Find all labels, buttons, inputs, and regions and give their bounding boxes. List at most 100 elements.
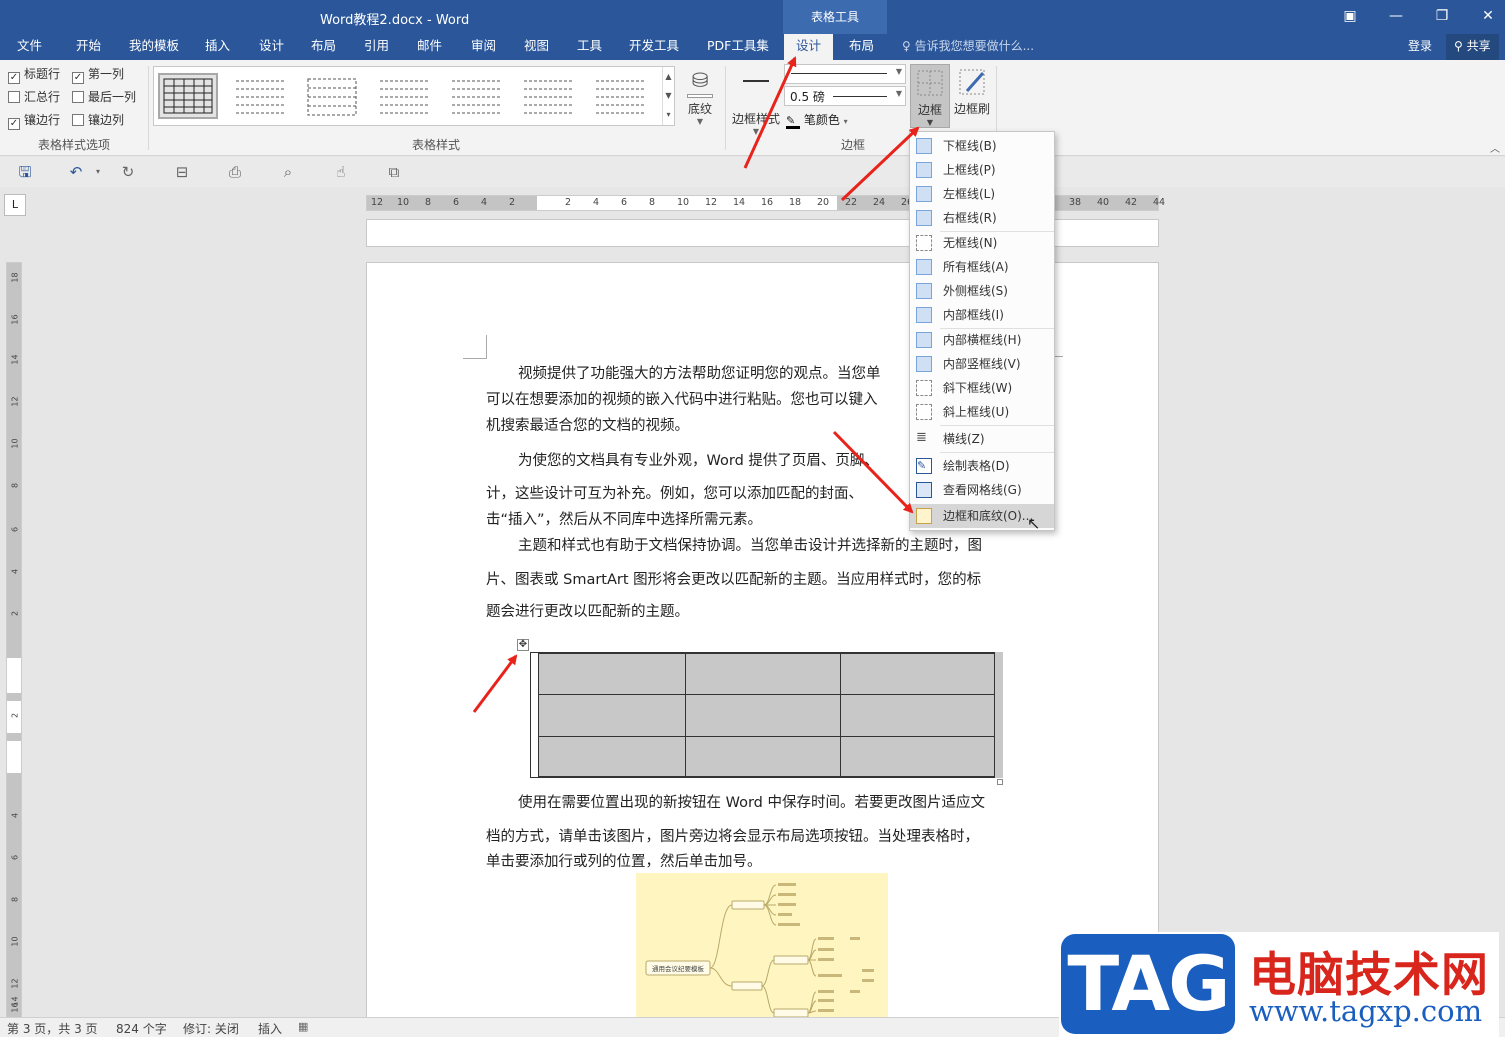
redo-icon[interactable]: ↻ xyxy=(118,163,138,181)
table-style-4[interactable] xyxy=(374,73,434,119)
gallery-scrollbar[interactable]: ▲ ▼ ▾ xyxy=(662,67,674,125)
menu-item-inside-horizontal[interactable]: 内部横框线(H) xyxy=(910,328,1054,352)
menu-item-no-border[interactable]: 无框线(N) xyxy=(910,231,1054,255)
checkbox-total-row[interactable]: 汇总行 xyxy=(8,89,60,105)
document-table[interactable] xyxy=(530,652,995,778)
save-icon[interactable]: 🖫 xyxy=(15,163,35,181)
table-cell[interactable] xyxy=(840,694,995,737)
ruler-tick: 14 xyxy=(733,197,746,208)
line-weight-dropdown[interactable]: 0.5 磅 ▼ xyxy=(784,86,906,106)
table-cell[interactable] xyxy=(685,653,841,695)
ruler-tick: 2 xyxy=(10,712,20,719)
checkbox-first-column[interactable]: ✓ 第一列 xyxy=(72,66,124,84)
menu-item-top-border[interactable]: 上框线(P) xyxy=(910,158,1054,182)
menu-item-draw-table[interactable]: ✎ 绘制表格(D) xyxy=(910,454,1054,478)
table-cell[interactable] xyxy=(538,694,686,737)
print-icon[interactable]: ⎙ xyxy=(225,163,245,181)
checkbox-header-row[interactable]: ✓ 标题行 xyxy=(8,66,60,84)
tab-file[interactable]: 文件 xyxy=(17,34,42,60)
table-cell[interactable] xyxy=(538,736,686,777)
touch-mode-icon[interactable]: ☝ xyxy=(331,163,351,181)
tab-home[interactable]: 开始 xyxy=(76,34,101,60)
table-style-grid[interactable] xyxy=(158,73,218,119)
close-button[interactable]: ✕ xyxy=(1476,6,1500,26)
menu-item-bottom-border[interactable]: 下框线(B) xyxy=(910,134,1054,158)
checkbox-last-column[interactable]: 最后一列 xyxy=(72,89,136,105)
table-cell[interactable] xyxy=(840,653,995,695)
tab-mailings[interactable]: 邮件 xyxy=(417,34,442,60)
shading-button[interactable]: ⛁ 底纹 ▼ xyxy=(680,66,720,128)
mindmap-image[interactable]: 通用会议纪要模板 xyxy=(636,873,888,1023)
pen-color-button[interactable]: ✎ 笔颜色 ▾ xyxy=(786,111,848,129)
word-count[interactable]: 824 个字 xyxy=(116,1020,167,1037)
tell-me-search[interactable]: ♀ 告诉我您想要做什么... xyxy=(902,34,1034,60)
table-resize-handle[interactable] xyxy=(997,779,1003,785)
table-move-handle-icon[interactable]: ✥ xyxy=(517,639,529,651)
share-button[interactable]: ⚲ 共享 xyxy=(1446,34,1499,60)
mindmap-root-label: 通用会议纪要模板 xyxy=(652,964,705,973)
gallery-more-icon[interactable]: ▾ xyxy=(663,105,674,124)
menu-item-right-border[interactable]: 右框线(R) xyxy=(910,206,1054,230)
checkbox-banded-rows[interactable]: ✓ 镶边行 xyxy=(8,112,60,130)
table-cell[interactable] xyxy=(840,736,995,777)
table-style-2[interactable] xyxy=(230,73,290,119)
undo-dropdown-icon[interactable]: ▾ xyxy=(88,163,108,181)
tab-insert[interactable]: 插入 xyxy=(205,34,230,60)
reading-mode-icon[interactable]: ⊟ xyxy=(172,163,192,181)
tab-pdf-tools[interactable]: PDF工具集 xyxy=(707,34,769,60)
line-style-dropdown[interactable]: ▼ xyxy=(784,64,906,84)
menu-item-inside-borders[interactable]: 内部框线(I) xyxy=(910,303,1054,327)
table-cell[interactable] xyxy=(538,653,686,695)
table-style-7[interactable] xyxy=(590,73,650,119)
table-style-3[interactable] xyxy=(302,73,362,119)
insert-mode[interactable]: 插入 xyxy=(258,1020,282,1037)
table-style-5[interactable] xyxy=(446,73,506,119)
menu-item-diagonal-up[interactable]: 斜上框线(U) xyxy=(910,400,1054,424)
undo-icon[interactable]: ↶ xyxy=(66,163,86,181)
menu-item-diagonal-down[interactable]: 斜下框线(W) xyxy=(910,376,1054,400)
title-bar: Word教程2.docx - Word 表格工具 ▣ — ❐ ✕ xyxy=(0,0,1505,34)
tab-tools[interactable]: 工具 xyxy=(577,34,602,60)
table-styles-gallery[interactable]: ▲ ▼ ▾ xyxy=(153,66,675,126)
menu-item-view-gridlines[interactable]: 查看网格线(G) xyxy=(910,478,1054,502)
table-style-6[interactable] xyxy=(518,73,578,119)
chevron-down-icon: ▼ xyxy=(926,118,934,127)
table-cell[interactable] xyxy=(685,694,841,737)
border-styles-button[interactable]: 边框样式 ▼ xyxy=(730,66,782,136)
restore-button[interactable]: ❐ xyxy=(1430,6,1454,26)
page-count[interactable]: 第 3 页，共 3 页 xyxy=(7,1020,98,1037)
macro-record-icon[interactable]: ▦ xyxy=(298,1020,308,1033)
print-preview-icon[interactable]: ⌕ xyxy=(278,163,298,181)
minimize-button[interactable]: — xyxy=(1384,6,1408,26)
table-cell[interactable] xyxy=(685,736,841,777)
ruler-tick: 8 xyxy=(425,197,432,208)
tab-layout[interactable]: 布局 xyxy=(311,34,336,60)
diagonal-up-border-icon xyxy=(916,404,932,420)
collapse-ribbon-icon[interactable]: ︿ xyxy=(1490,140,1500,155)
checkbox-banded-columns[interactable]: 镶边列 xyxy=(72,112,124,128)
tab-table-layout[interactable]: 布局 xyxy=(849,34,874,60)
login-link[interactable]: 登录 xyxy=(1408,34,1432,58)
menu-item-outside-borders[interactable]: 外侧框线(S) xyxy=(910,279,1054,303)
border-painter-button[interactable]: 边框刷 xyxy=(952,64,992,128)
gallery-up-icon[interactable]: ▲ xyxy=(663,67,674,86)
tab-developer[interactable]: 开发工具 xyxy=(629,34,679,60)
vertical-ruler[interactable]: 18 16 14 12 10 8 6 4 2 2 4 6 8 10 12 14 16 xyxy=(6,262,22,1018)
tab-table-design[interactable]: 设计 xyxy=(784,34,834,60)
tab-view[interactable]: 视图 xyxy=(524,34,549,60)
tab-design[interactable]: 设计 xyxy=(259,34,284,60)
tab-review[interactable]: 审阅 xyxy=(471,34,496,60)
menu-item-left-border[interactable]: 左框线(L) xyxy=(910,182,1054,206)
ruler-tick: 4 xyxy=(593,197,600,208)
gallery-down-icon[interactable]: ▼ xyxy=(663,86,674,105)
tab-references[interactable]: 引用 xyxy=(364,34,389,60)
track-changes-status[interactable]: 修订: 关闭 xyxy=(183,1020,239,1037)
tab-stop-selector[interactable]: L xyxy=(4,194,26,216)
tab-my-templates[interactable]: 我的模板 xyxy=(129,34,179,60)
menu-item-all-borders[interactable]: 所有框线(A) xyxy=(910,255,1054,279)
borders-button[interactable]: 边框 ▼ xyxy=(910,64,950,128)
menu-item-inside-vertical[interactable]: 内部竖框线(V) xyxy=(910,352,1054,376)
ribbon-display-options-icon[interactable]: ▣ xyxy=(1338,6,1362,26)
customize-icon[interactable]: ⧉ xyxy=(384,163,404,181)
menu-item-horizontal-line[interactable]: ≣ 横线(Z) xyxy=(910,427,1054,451)
